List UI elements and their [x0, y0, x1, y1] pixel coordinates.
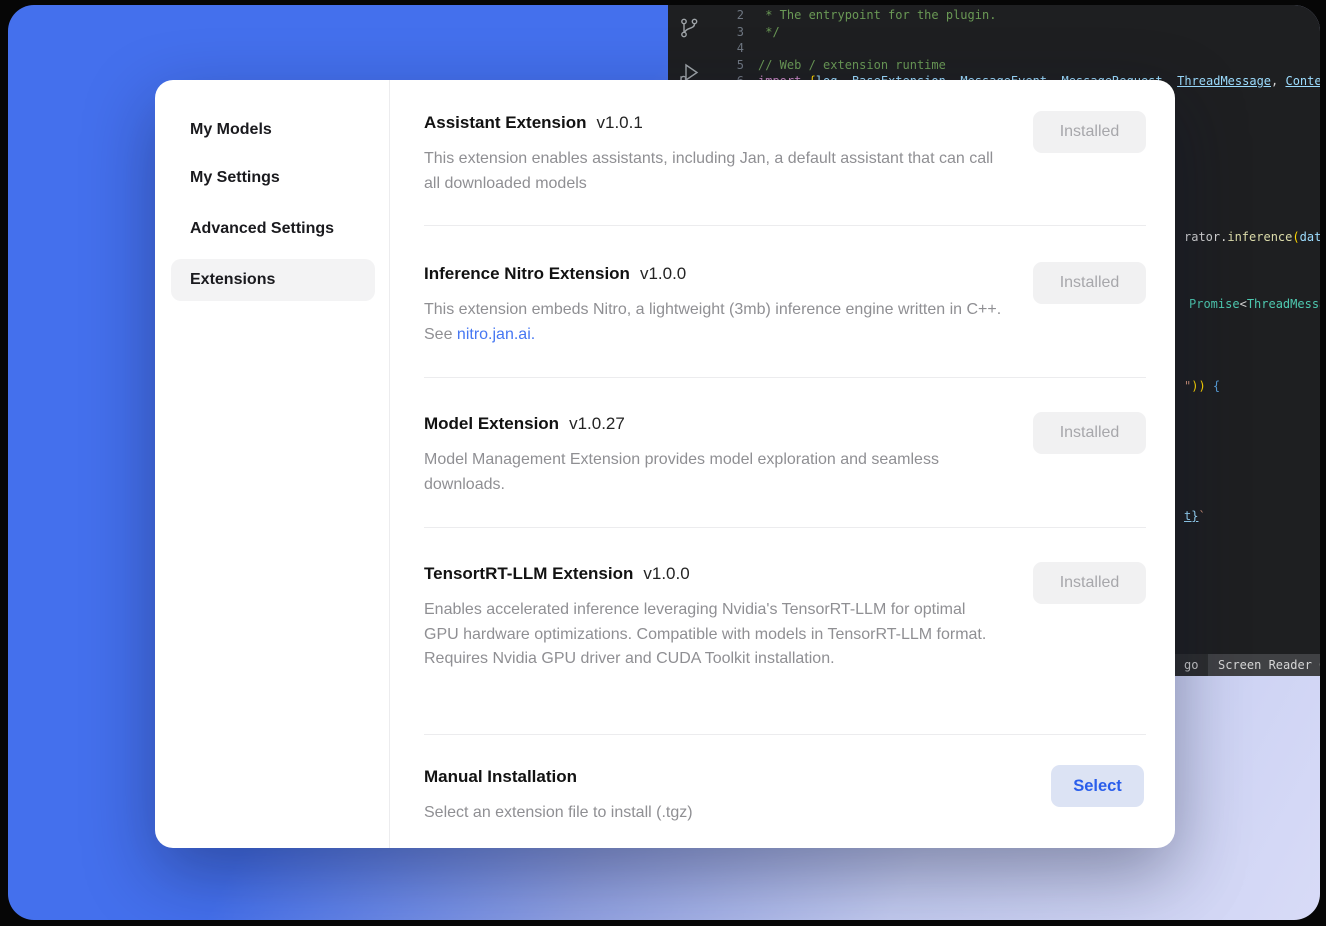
extension-version: v1.0.27 [569, 414, 625, 433]
screen-reader-badge[interactable]: Screen Reader Optimized [1208, 654, 1320, 676]
desktop-wallpaper: 2 * The entrypoint for the plugin.3 */45… [8, 5, 1320, 920]
nitro-jan-ai-link[interactable]: nitro.jan.ai. [457, 326, 535, 343]
row-divider [424, 225, 1146, 226]
extension-row: Assistant Extensionv1.0.1 This extension… [424, 110, 1146, 196]
extension-description: Enables accelerated inference leveraging… [424, 598, 1002, 672]
extension-version: v1.0.0 [640, 264, 686, 283]
manual-installation-description: Select an extension file to install (.tg… [424, 801, 1002, 826]
manual-installation-title: Manual Installation [424, 764, 1146, 790]
manual-installation-row: Manual Installation Select an extension … [424, 764, 1146, 826]
row-divider [424, 734, 1146, 735]
sidebar-item-my-models[interactable]: My Models [171, 109, 375, 151]
extension-description: Model Management Extension provides mode… [424, 448, 1002, 497]
extension-description: This extension enables assistants, inclu… [424, 147, 1002, 196]
installed-button: Installed [1033, 562, 1146, 604]
extension-row: Model Extensionv1.0.27 Model Management … [424, 411, 1146, 497]
row-divider [424, 377, 1146, 378]
installed-button: Installed [1033, 262, 1146, 304]
extensions-list: Assistant Extensionv1.0.1 This extension… [424, 80, 1146, 848]
code-lines: 2 * The entrypoint for the plugin.3 */45… [668, 7, 1320, 90]
settings-modal: My Models My Settings Advanced Settings … [155, 80, 1175, 848]
row-divider [424, 527, 1146, 528]
installed-button: Installed [1033, 412, 1146, 454]
extension-row: TensortRT-LLM Extensionv1.0.0 Enables ac… [424, 561, 1146, 672]
sidebar-item-my-settings[interactable]: My Settings [171, 157, 375, 199]
extension-version: v1.0.0 [643, 564, 689, 583]
sidebar-item-advanced-settings[interactable]: Advanced Settings [171, 208, 375, 250]
settings-sidebar: My Models My Settings Advanced Settings … [155, 80, 390, 848]
select-file-button[interactable]: Select [1051, 765, 1144, 807]
sidebar-item-extensions[interactable]: Extensions [171, 259, 375, 301]
extension-version: v1.0.1 [597, 113, 643, 132]
status-bar-text: go [1184, 654, 1198, 676]
installed-button: Installed [1033, 111, 1146, 153]
extension-description: This extension embeds Nitro, a lightweig… [424, 298, 1002, 347]
extension-row: Inference Nitro Extensionv1.0.0 This ext… [424, 261, 1146, 347]
